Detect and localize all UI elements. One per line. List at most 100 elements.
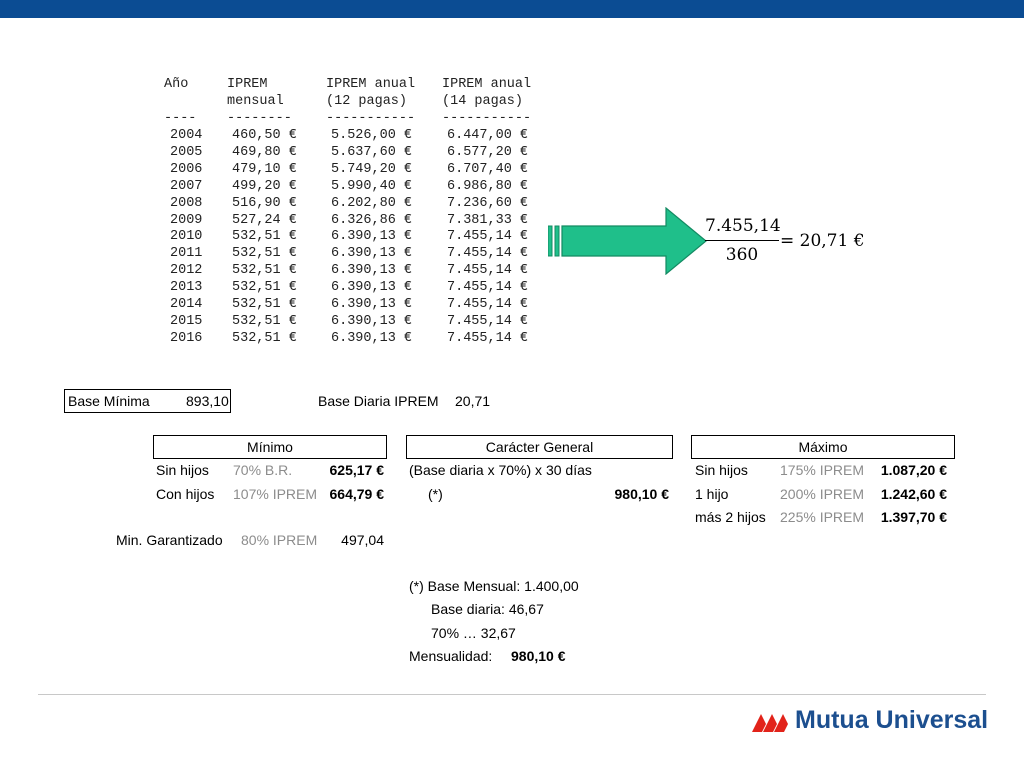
iprem-annual12-cell: 6.390,13 € (331, 313, 413, 329)
iprem-monthly-cell: 479,10 € (232, 161, 297, 177)
maximo-1-hijo-value: 1.242,60 € (880, 486, 947, 502)
iprem-annual14-cell: 7.455,14 € (447, 297, 529, 312)
iprem-annual12-cell: 6.390,13 € (331, 246, 413, 262)
footnote-mensualidad-value: 980,10 € (511, 648, 566, 664)
iprem-year-cell: 2015 (170, 313, 203, 329)
maximo-sin-hijos-pct: 175% IPREM (780, 462, 865, 478)
maximo-1-hijo-label: 1 hijo (695, 486, 729, 502)
formula-result: = 20,71 € (780, 231, 865, 251)
minimo-sin-hijos-label: Sin hijos (156, 462, 209, 478)
iprem-monthly-cell: 469,80 € (232, 144, 297, 160)
base-diaria-value: 20,71 (455, 393, 491, 409)
iprem-year-cell: 2006 (170, 161, 203, 177)
footnote-base-mensual: (*) Base Mensual: 1.400,00 (409, 578, 579, 594)
iprem-monthly-cell: 532,51 € (232, 330, 297, 346)
iprem-monthly-cell: 527,24 € (232, 212, 297, 228)
maximo-1-hijo-pct: 200% IPREM (780, 486, 865, 502)
general-note: (*) (428, 486, 443, 502)
iprem-year-cell: 2005 (170, 144, 203, 160)
iprem-annual14-cell: 7.455,14 € (447, 280, 529, 296)
base-minima-value: 893,10 (186, 393, 229, 409)
iprem-annual12-cell: 5.637,60 € (331, 144, 413, 160)
iprem-monthly-cell: 532,51 € (232, 313, 297, 329)
iprem-annual12-cell: 6.390,13 € (331, 263, 413, 279)
iprem-year-cell: 2007 (170, 178, 203, 194)
iprem-table: Año IPREM mensual IPREM anual (12 pagas)… (0, 0, 560, 360)
maximo-mas-2-hijos-label: más 2 hijos (695, 509, 766, 525)
iprem-monthly-cell: 532,51 € (232, 280, 297, 296)
iprem-annual14-cell: 6.447,00 € (447, 128, 529, 143)
minimo-con-hijos-value: 664,79 € (329, 486, 385, 502)
iprem-annual14-cell: 6.707,40 € (447, 161, 529, 177)
separator-annual12: ----------- (326, 111, 416, 126)
formula-denominator: 360 (725, 245, 759, 265)
iprem-year-cell: 2012 (170, 263, 203, 279)
header-monthly-line2: mensual (227, 94, 284, 109)
footnote-mensualidad-label: Mensualidad: (409, 648, 493, 664)
header-annual14-line2: (14 pagas) (442, 94, 524, 109)
iprem-annual14-cell: 7.381,33 € (447, 212, 529, 228)
general-header: Carácter General (406, 435, 673, 459)
footnote-70pct: 70% … 32,67 (431, 625, 516, 641)
base-minima-label: Base Mínima (68, 393, 150, 409)
iprem-year-cell: 2016 (170, 330, 203, 346)
footer-divider (38, 694, 986, 695)
iprem-year-cell: 2011 (170, 246, 203, 262)
header-annual12-line1: IPREM anual (326, 77, 416, 92)
iprem-year-cell: 2009 (170, 212, 203, 228)
iprem-monthly-cell: 499,20 € (232, 178, 297, 194)
arrow-right-icon (548, 207, 707, 275)
iprem-annual12-cell: 5.749,20 € (331, 161, 413, 177)
iprem-annual12-cell: 5.526,00 € (331, 128, 413, 143)
base-diaria-label: Base Diaria IPREM (318, 393, 439, 409)
minimo-con-hijos-label: Con hijos (156, 486, 215, 502)
maximo-mas-2-hijos-value: 1.397,70 € (880, 509, 947, 525)
iprem-year-cell: 2008 (170, 195, 203, 211)
fraction-bar (705, 240, 779, 241)
iprem-annual12-cell: 6.390,13 € (331, 229, 413, 245)
iprem-annual12-cell: 6.390,13 € (331, 297, 413, 312)
iprem-annual12-cell: 5.990,40 € (331, 178, 413, 194)
general-value: 980,10 € (614, 486, 670, 502)
iprem-year-cell: 2004 (170, 128, 203, 143)
minimo-sin-hijos-pct: 70% B.R. (233, 462, 293, 478)
header-monthly-line1: IPREM (227, 77, 268, 92)
separator-annual14: ----------- (442, 111, 532, 126)
maximo-header: Máximo (691, 435, 955, 459)
iprem-year-cell: 2013 (170, 280, 203, 296)
iprem-annual14-cell: 7.455,14 € (447, 313, 529, 329)
iprem-monthly-cell: 532,51 € (232, 297, 297, 312)
maximo-sin-hijos-value: 1.087,20 € (880, 462, 947, 478)
iprem-monthly-cell: 532,51 € (232, 246, 297, 262)
iprem-annual14-cell: 7.455,14 € (447, 263, 529, 279)
maximo-mas-2-hijos-pct: 225% IPREM (780, 509, 865, 525)
iprem-monthly-cell: 460,50 € (232, 128, 297, 143)
iprem-annual14-cell: 7.455,14 € (447, 229, 529, 245)
daily-base-formula: 7.455,14 360 = 20,71 € (700, 212, 880, 268)
iprem-annual14-cell: 6.986,80 € (447, 178, 529, 194)
iprem-year-cell: 2010 (170, 229, 203, 245)
minimo-sin-hijos-value: 625,17 € (329, 462, 385, 478)
iprem-annual14-cell: 7.455,14 € (447, 330, 529, 346)
header-annual14-line1: IPREM anual (442, 77, 532, 92)
iprem-annual12-cell: 6.202,80 € (331, 195, 413, 211)
iprem-annual12-cell: 6.390,13 € (331, 280, 413, 296)
min-garantizado-pct: 80% IPREM (241, 532, 318, 548)
base-minima-box: Base Mínima 893,10 (64, 389, 231, 413)
maximo-sin-hijos-label: Sin hijos (695, 462, 748, 478)
footnote-base-diaria: Base diaria: 46,67 (431, 601, 544, 617)
mutua-universal-logo-icon (752, 714, 788, 732)
separator-year: ---- (164, 111, 197, 126)
header-annual12-line2: (12 pagas) (326, 94, 408, 109)
formula-numerator: 7.455,14 (705, 216, 781, 236)
iprem-annual12-cell: 6.326,86 € (331, 212, 413, 228)
general-formula-line: (Base diaria x 70%) x 30 días (409, 462, 592, 478)
iprem-monthly-cell: 532,51 € (232, 229, 297, 245)
iprem-year-cell: 2014 (170, 297, 203, 312)
iprem-annual14-cell: 7.236,60 € (447, 195, 529, 211)
min-garantizado-value: 497,04 (341, 532, 384, 548)
iprem-annual14-cell: 7.455,14 € (447, 246, 529, 262)
minimo-header: Mínimo (153, 435, 387, 459)
min-garantizado-label: Min. Garantizado (116, 532, 223, 548)
separator-monthly: -------- (227, 111, 292, 126)
